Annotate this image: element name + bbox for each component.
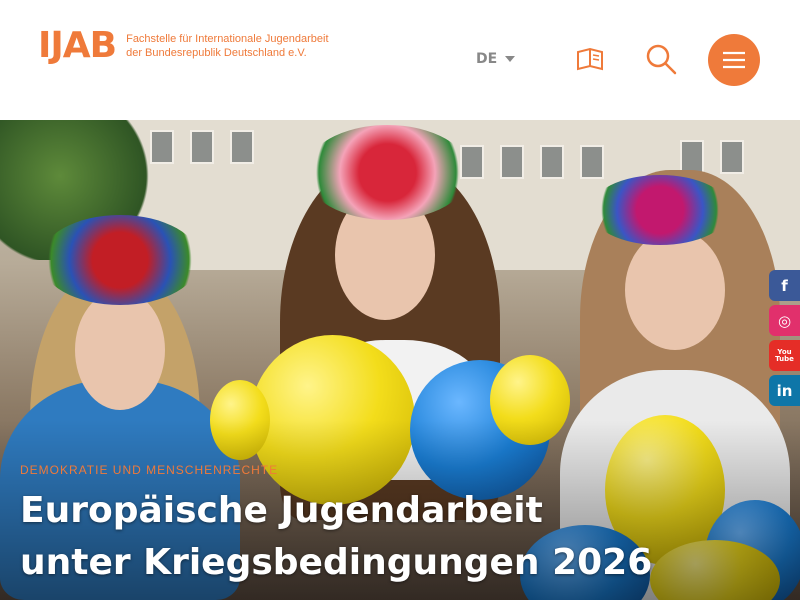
flower-wreath [590,175,730,245]
building-window [680,140,704,174]
building-window [720,140,744,174]
search-button[interactable] [644,42,678,76]
building-window [580,145,604,179]
building-window [500,145,524,179]
building-window [540,145,564,179]
building-window [230,130,254,164]
person-left-face [75,290,165,410]
site-header: IJAB Fachstelle für Internationale Jugen… [0,0,800,120]
logo-mark: IJAB [38,25,117,66]
youtube-link[interactable]: You Tube [769,340,800,371]
ijab-logo[interactable]: IJAB Fachstelle für Internationale Jugen… [38,28,329,64]
instagram-link[interactable]: ◎ [769,305,800,336]
article-category[interactable]: DEMOKRATIE UND MENSCHENRECHTE [20,463,278,477]
facebook-link[interactable]: f [769,270,800,301]
logo-tagline-line2: der Bundesrepublik Deutschland e.V. [126,47,307,59]
article-title[interactable]: Europäische Jugendarbeit unter Kriegsbed… [20,485,660,589]
facebook-icon: f [781,276,788,295]
search-icon [646,44,677,75]
hero-image[interactable]: DEMOKRATIE UND MENSCHENRECHTE Europäisch… [0,120,800,600]
book-icon [577,47,603,71]
social-sidebar: f ◎ You Tube in [769,270,800,406]
menu-button[interactable] [708,34,760,86]
reader-button[interactable] [573,42,607,76]
logo-tagline: Fachstelle für Internationale Jugendarbe… [126,32,328,60]
instagram-icon: ◎ [777,311,792,330]
logo-tagline-line1: Fachstelle für Internationale Jugendarbe… [126,33,329,45]
linkedin-link[interactable]: in [769,375,800,406]
language-selector[interactable]: DE [476,51,516,67]
hamburger-menu-icon [723,51,745,69]
person-right-face [625,230,725,350]
linkedin-icon: in [776,381,793,400]
language-label: DE [476,51,498,67]
youtube-icon: You Tube [775,347,794,363]
building-window [190,130,214,164]
building-window [150,130,174,164]
chevron-down-icon [505,56,516,62]
flower-wreath [305,125,470,220]
flower-wreath [40,215,200,305]
